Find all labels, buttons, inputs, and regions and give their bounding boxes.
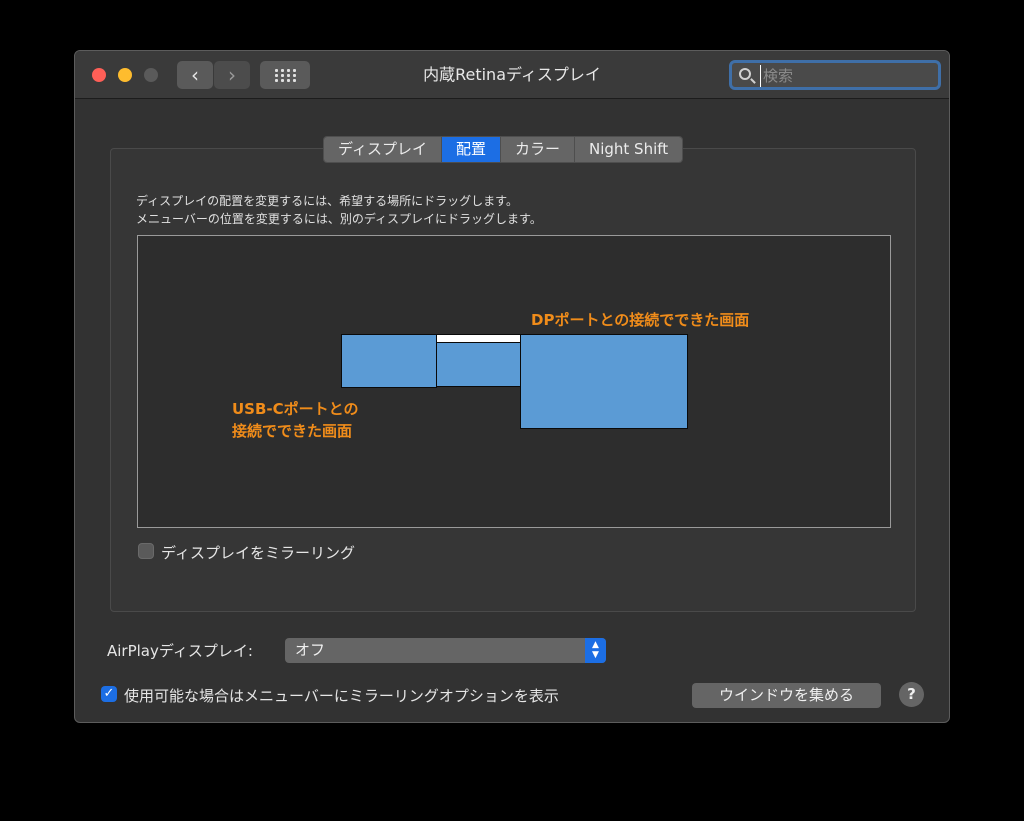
show-mirroring-options-checkbox[interactable]: ✓	[101, 686, 117, 702]
search-field[interactable]	[729, 60, 941, 90]
tab-display[interactable]: ディスプレイ	[324, 137, 442, 162]
display-arrangement-area: DPポートとの接続でできた画面 USB-Cポートとの 接続でできた画面	[137, 235, 891, 528]
close-window-button[interactable]	[92, 68, 106, 82]
airplay-display-value: オフ	[295, 641, 326, 659]
arrangement-hint-line1: ディスプレイの配置を変更するには、希望する場所にドラッグします。	[136, 194, 518, 208]
display-builtin[interactable]	[436, 334, 522, 387]
checkmark-icon: ✓	[103, 686, 115, 701]
arrangement-hint-line2: メニューバーの位置を変更するには、別のディスプレイにドラッグします。	[136, 212, 542, 226]
mirror-displays-label[interactable]: ディスプレイをミラーリング	[161, 542, 355, 563]
display-usbc[interactable]	[341, 334, 437, 388]
tab-color[interactable]: カラー	[500, 137, 575, 162]
minimize-window-button[interactable]	[118, 68, 132, 82]
gather-windows-button[interactable]: ウインドウを集める	[692, 683, 881, 708]
title-bar: ‹ › 内蔵Retinaディスプレイ	[75, 51, 949, 99]
show-all-button[interactable]	[260, 61, 310, 89]
chevron-left-icon: ‹	[191, 63, 199, 87]
zoom-window-button[interactable]	[144, 68, 158, 82]
airplay-display-label: AirPlayディスプレイ:	[107, 642, 253, 660]
mirror-displays-checkbox[interactable]	[138, 543, 154, 559]
annotation-dp-display: DPポートとの接続でできた画面	[531, 311, 750, 329]
back-button[interactable]: ‹	[177, 61, 213, 89]
help-button[interactable]: ?	[899, 682, 924, 707]
annotation-usbc-line1: USB-Cポートとの	[232, 400, 359, 418]
forward-button[interactable]: ›	[214, 61, 250, 89]
popup-arrows-icon: ▲ ▼	[585, 638, 606, 663]
tab-arrangement[interactable]: 配置	[441, 137, 501, 162]
tab-bar: ディスプレイ 配置 カラー Night Shift	[323, 136, 684, 163]
show-mirroring-options-label[interactable]: 使用可能な場合はメニューバーにミラーリングオプションを表示	[124, 685, 559, 706]
system-preferences-window: ‹ › 内蔵Retinaディスプレイ ディスプレイ 配置 カラー Night S…	[74, 50, 950, 723]
show-all-grid-icon	[275, 69, 296, 82]
annotation-usbc-display: USB-Cポートとの 接続でできた画面	[232, 398, 359, 442]
search-input[interactable]	[760, 65, 935, 87]
airplay-display-select[interactable]: オフ ▲ ▼	[285, 638, 606, 663]
search-icon	[739, 68, 751, 80]
display-dp[interactable]	[520, 334, 688, 429]
annotation-usbc-line2: 接続でできた画面	[232, 422, 353, 440]
menu-bar-indicator[interactable]	[437, 335, 521, 343]
chevron-right-icon: ›	[228, 63, 236, 87]
tab-night-shift[interactable]: Night Shift	[574, 137, 683, 162]
